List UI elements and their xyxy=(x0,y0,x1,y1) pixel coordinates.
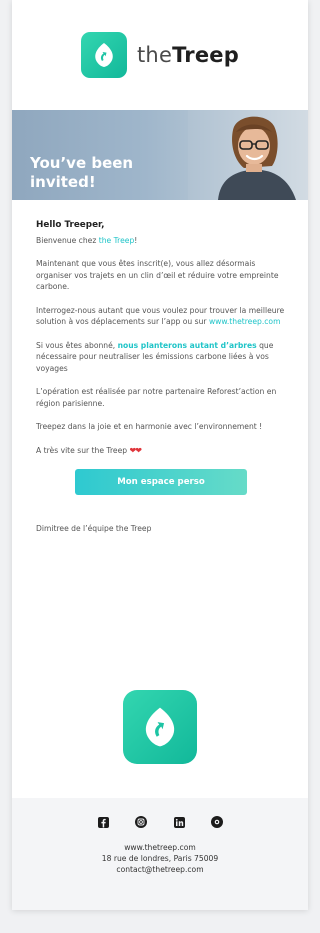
paragraph-see-you: A très vite sur the Treep ❤❤ xyxy=(36,445,286,457)
welcome-suffix: ! xyxy=(134,235,138,245)
medium-icon[interactable] xyxy=(211,816,223,828)
planting-highlight: nous planterons autant d’arbres xyxy=(117,340,257,350)
facebook-icon[interactable] xyxy=(97,816,109,828)
signature: Dimitree de l’équipe the Treep xyxy=(36,524,152,533)
hero-banner: You’ve been invited! xyxy=(12,110,308,200)
email-body: Hello Treeper, Bienvenue chez the Treep!… xyxy=(12,200,308,535)
paragraph-signup: Maintenant que vous êtes inscrit(e), vou… xyxy=(36,259,279,291)
footer-website-link[interactable]: www.thetreep.com xyxy=(12,842,308,853)
paragraph-subscription-text: Si vous êtes abonné, xyxy=(36,340,118,350)
website-link[interactable]: www.thetreep.com xyxy=(209,317,281,326)
footer-brand-logo[interactable] xyxy=(123,690,197,764)
paragraph-subscription: Si vous êtes abonné, nous planterons aut… xyxy=(36,340,286,375)
brand-name-suffix: Treep xyxy=(172,43,239,67)
paragraph-contact: Interrogez-nous autant que vous voulez p… xyxy=(36,305,286,328)
email-footer: www.thetreep.com 18 rue de londres, Pari… xyxy=(12,798,308,910)
see-you-text: A très vite sur the Treep xyxy=(36,445,130,455)
instagram-icon[interactable] xyxy=(135,816,147,828)
brand-wordmark: theTreep xyxy=(137,43,239,67)
linkedin-icon[interactable] xyxy=(173,816,185,828)
leaf-icon xyxy=(95,43,113,67)
welcome-line: Bienvenue chez the Treep! xyxy=(36,235,286,247)
cta-container: Mon espace perso xyxy=(36,469,286,495)
footer-email-link[interactable]: contact@thetreep.com xyxy=(12,864,308,875)
brand-link[interactable]: the Treep xyxy=(99,236,135,245)
leaf-icon xyxy=(145,707,175,747)
welcome-text: Bienvenue chez xyxy=(36,235,99,245)
social-links xyxy=(12,798,308,828)
heart-icons: ❤❤ xyxy=(129,445,142,455)
footer-address: 18 rue de londres, Paris 75009 xyxy=(101,854,219,863)
brand-logo[interactable] xyxy=(81,32,127,78)
greeting-heading: Hello Treeper, xyxy=(36,220,105,230)
hero-photo-woman xyxy=(188,110,308,200)
email-header: theTreep xyxy=(12,0,308,110)
footer-contact: www.thetreep.com 18 rue de londres, Pari… xyxy=(12,842,308,875)
email-page: theTreep You’ve been invited! Hello Tree… xyxy=(12,0,308,910)
personal-space-button[interactable]: Mon espace perso xyxy=(75,469,247,495)
paragraph-harmony: Treepez dans la joie et en harmonie avec… xyxy=(36,422,263,431)
brand-name-prefix: the xyxy=(137,43,173,67)
footer-logo-container xyxy=(12,690,308,764)
paragraph-partner: L’opération est réalisée par notre parte… xyxy=(36,387,277,408)
hero-title: You’ve been invited! xyxy=(30,154,134,191)
